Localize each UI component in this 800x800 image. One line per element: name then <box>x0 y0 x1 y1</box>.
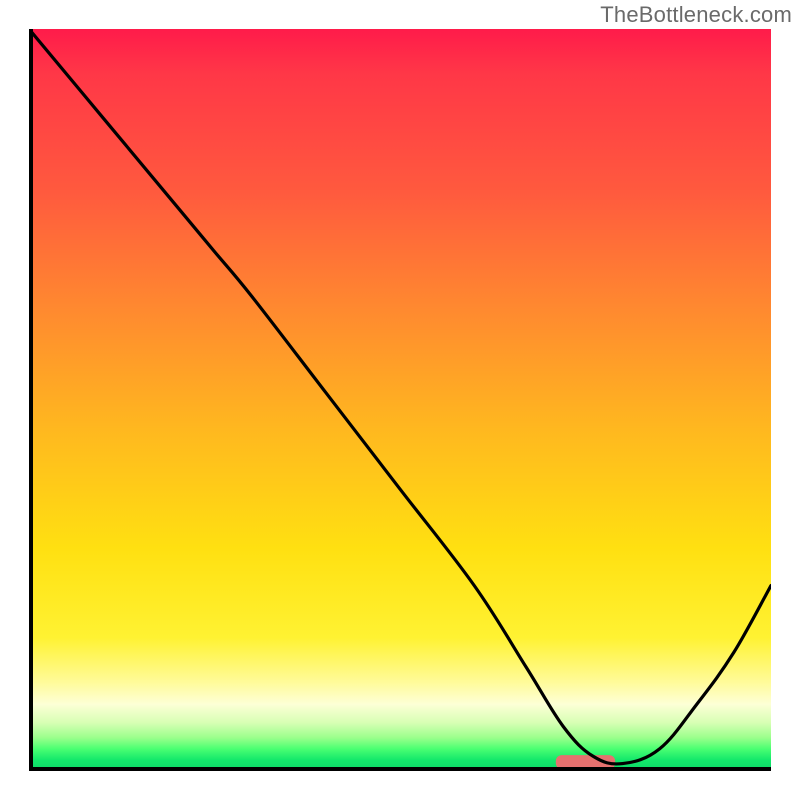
plot-area <box>29 29 771 771</box>
curve-layer <box>29 29 771 771</box>
chart-container: TheBottleneck.com <box>0 0 800 800</box>
bottleneck-curve <box>29 29 771 764</box>
watermark-text: TheBottleneck.com <box>600 2 792 28</box>
